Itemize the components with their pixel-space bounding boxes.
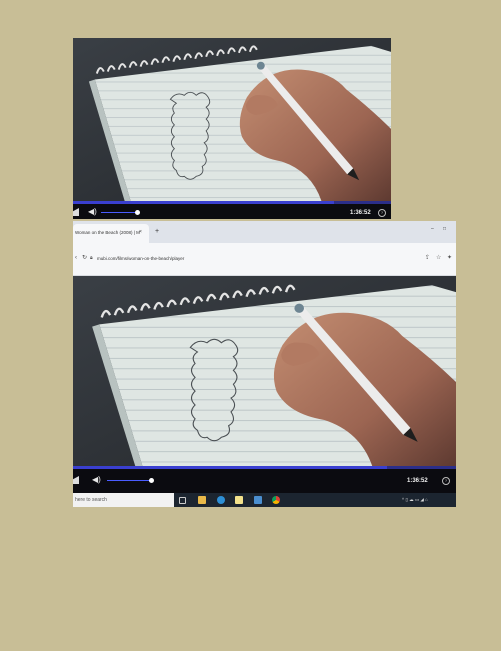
time-display: 1:36:52	[407, 478, 428, 484]
video-frame[interactable]	[73, 276, 456, 466]
video-frame[interactable]	[73, 38, 391, 201]
reload-icon[interactable]: ↻	[82, 255, 87, 261]
browser-tab-bar: Woman on the Beach (2008) | M × + – □	[73, 221, 456, 243]
volume-knob[interactable]	[148, 478, 154, 483]
windows-taskbar: here to search ^ ▯ ☁ ▭ ◢ ⌂	[73, 493, 456, 507]
speaker-icon[interactable]: ◀)	[92, 476, 101, 484]
browser-tab[interactable]: Woman on the Beach (2008) | M ×	[73, 224, 149, 243]
share-icon[interactable]: ⇪	[425, 254, 430, 261]
edge-icon[interactable]	[217, 496, 225, 504]
back-icon[interactable]: ‹	[75, 255, 77, 261]
top-screenshot: ◀) 1:36:52 ?	[73, 38, 391, 219]
bookmark-star-icon[interactable]: ☆	[436, 254, 441, 261]
new-tab-button[interactable]: +	[155, 228, 159, 235]
volume-slider[interactable]	[101, 212, 137, 213]
progress-bar[interactable]	[73, 201, 391, 204]
progress-fill	[73, 201, 334, 204]
help-circle-icon[interactable]: ?	[378, 209, 386, 217]
system-tray[interactable]: ^ ▯ ☁ ▭ ◢ ⌂	[402, 497, 428, 503]
address-bar: ‹ ↻ 🔒︎ mubi.com/films/woman-on-the-beach…	[73, 243, 456, 276]
minimize-button[interactable]: –	[431, 226, 434, 232]
progress-bar[interactable]	[73, 466, 456, 469]
progress-fill	[73, 466, 388, 469]
lock-icon: 🔒︎	[90, 255, 93, 261]
task-view-icon[interactable]	[179, 497, 186, 504]
bottom-screenshot: Woman on the Beach (2008) | M × + – □ ‹ …	[73, 221, 456, 507]
video-scene-image	[73, 276, 456, 466]
notes-app-icon[interactable]	[235, 496, 243, 504]
volume-slider[interactable]	[107, 480, 151, 481]
taskbar-search-box[interactable]: here to search	[73, 493, 174, 507]
tab-close-icon[interactable]: ×	[139, 229, 142, 235]
volume-knob[interactable]	[134, 210, 140, 215]
help-circle-icon[interactable]: ?	[442, 477, 450, 485]
time-display: 1:36:52	[350, 210, 371, 216]
logo-icon	[73, 476, 79, 484]
taskbar-search-placeholder: here to search	[75, 497, 107, 503]
chrome-icon[interactable]	[272, 496, 280, 504]
url-field[interactable]: mubi.com/films/woman-on-the-beach/player	[97, 256, 184, 261]
video-scene-image	[73, 38, 391, 201]
speaker-icon[interactable]: ◀)	[88, 208, 97, 216]
store-icon[interactable]	[254, 496, 262, 504]
maximize-button[interactable]: □	[443, 226, 446, 232]
extension-icon[interactable]: ✦	[447, 254, 452, 261]
player-controls: ◀) 1:36:52 ?	[73, 201, 391, 219]
logo-icon	[73, 208, 79, 216]
file-explorer-icon[interactable]	[198, 496, 206, 504]
tab-title: Woman on the Beach (2008) | M	[75, 230, 140, 235]
player-controls: ◀) 1:36:52 ?	[73, 466, 456, 493]
